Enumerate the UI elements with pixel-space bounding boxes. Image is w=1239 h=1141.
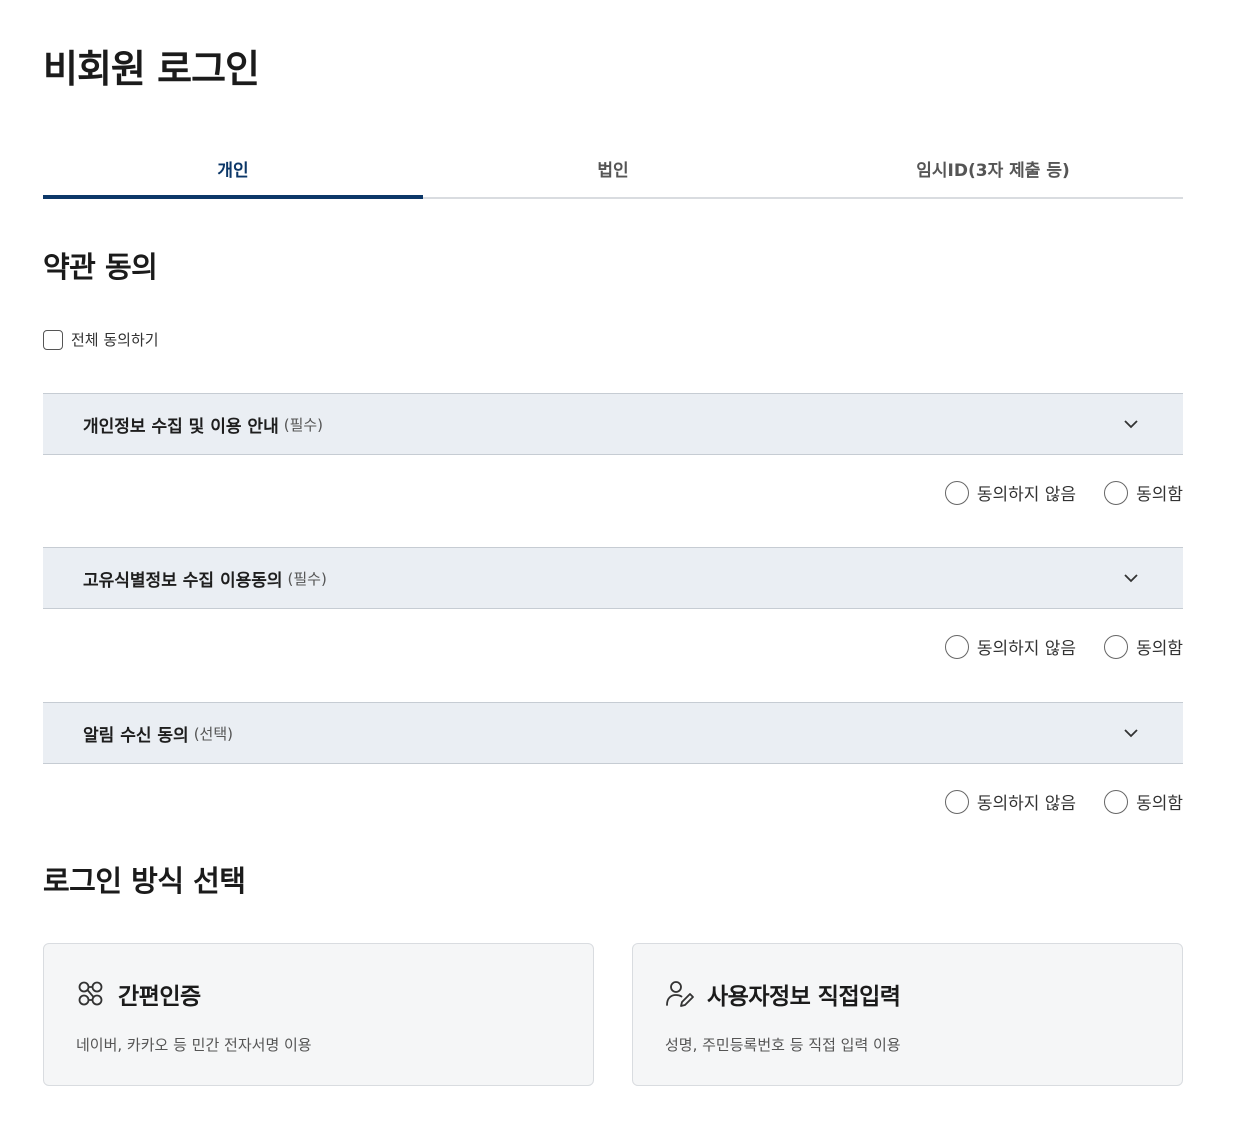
disagree-radio[interactable] (944, 634, 969, 659)
required-tag: (필수) (283, 415, 324, 434)
tab-temporary-id[interactable]: 임시ID(3자 제출 등) (803, 144, 1183, 197)
disagree-option[interactable]: 동의하지 않음 (944, 634, 1077, 659)
agree-all-option[interactable]: 전체 동의하기 (43, 329, 159, 350)
card-title: 간편인증 (118, 984, 201, 1010)
disagree-radio[interactable] (944, 480, 969, 505)
terms-section-title: 약관 동의 (43, 250, 158, 284)
required-tag: (필수) (287, 569, 327, 588)
consent-radio-group: 동의하지 않음 동의함 (944, 789, 1183, 814)
accordion-title: 고유식별정보 수집 이용동의 (83, 570, 283, 591)
disagree-option[interactable]: 동의하지 않음 (944, 789, 1077, 814)
optional-tag: (선택) (193, 724, 233, 743)
agree-label: 동의함 (1136, 485, 1183, 505)
chevron-down-icon[interactable] (1123, 416, 1139, 432)
agree-label: 동의함 (1136, 639, 1183, 659)
chevron-down-icon[interactable] (1123, 725, 1139, 741)
disagree-label: 동의하지 않음 (976, 639, 1077, 659)
agree-all-checkbox[interactable] (43, 329, 63, 350)
disagree-label: 동의하지 않음 (976, 794, 1077, 814)
accordion-title: 개인정보 수집 및 이용 안내 (83, 416, 279, 437)
login-type-tabs: 개인 법인 임시ID(3자 제출 등) (43, 144, 1183, 199)
agree-radio[interactable] (1104, 480, 1129, 505)
user-edit-icon (666, 981, 694, 1007)
accordion-unique-id-collection[interactable]: 고유식별정보 수집 이용동의 (필수) (43, 547, 1183, 609)
simple-auth-icon (78, 981, 103, 1006)
page-title: 비회원 로그인 (43, 47, 260, 91)
tab-individual[interactable]: 개인 (43, 144, 423, 199)
card-description: 성명, 주민등록번호 등 직접 입력 이용 (665, 1036, 901, 1054)
agree-option[interactable]: 동의함 (1104, 480, 1183, 505)
agree-radio[interactable] (1104, 789, 1129, 814)
simple-auth-card[interactable]: 간편인증 네이버, 카카오 등 민간 전자서명 이용 (43, 943, 594, 1086)
disagree-label: 동의하지 않음 (976, 485, 1077, 505)
login-method-title: 로그인 방식 선택 (43, 864, 246, 898)
agree-option[interactable]: 동의함 (1104, 634, 1183, 659)
disagree-radio[interactable] (944, 789, 969, 814)
disagree-option[interactable]: 동의하지 않음 (944, 480, 1077, 505)
accordion-privacy-collection[interactable]: 개인정보 수집 및 이용 안내 (필수) (43, 393, 1183, 455)
card-title: 사용자정보 직접입력 (707, 984, 901, 1010)
card-description: 네이버, 카카오 등 민간 전자서명 이용 (76, 1036, 312, 1054)
consent-radio-group: 동의하지 않음 동의함 (944, 634, 1183, 659)
agree-all-label: 전체 동의하기 (71, 331, 159, 349)
accordion-title: 알림 수신 동의 (83, 725, 189, 746)
direct-input-card[interactable]: 사용자정보 직접입력 성명, 주민등록번호 등 직접 입력 이용 (632, 943, 1183, 1086)
accordion-notification-consent[interactable]: 알림 수신 동의 (선택) (43, 702, 1183, 764)
consent-radio-group: 동의하지 않음 동의함 (944, 480, 1183, 505)
agree-option[interactable]: 동의함 (1104, 789, 1183, 814)
tab-corporation[interactable]: 법인 (423, 144, 803, 197)
agree-radio[interactable] (1104, 634, 1129, 659)
chevron-down-icon[interactable] (1123, 570, 1139, 586)
agree-label: 동의함 (1136, 794, 1183, 814)
